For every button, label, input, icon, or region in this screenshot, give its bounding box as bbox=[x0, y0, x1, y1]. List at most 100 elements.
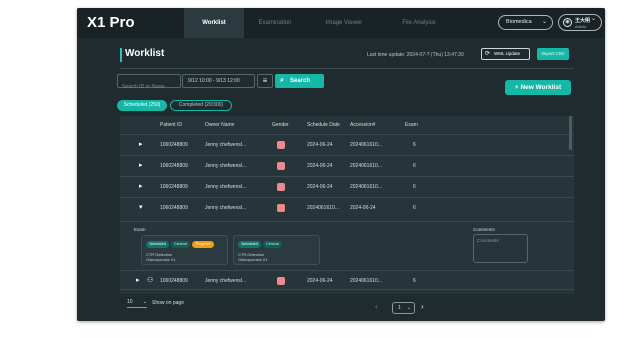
tab-file-analysis[interactable]: File Analysis bbox=[389, 8, 449, 38]
page-size-label: Show on page bbox=[152, 300, 184, 306]
status-badge: Scheduled bbox=[238, 241, 261, 248]
gender-badge bbox=[277, 162, 285, 170]
next-page-icon[interactable]: › bbox=[421, 303, 424, 311]
exam-card[interactable]: Scheduled Cervical CTR Detection Osteopo… bbox=[233, 235, 320, 265]
status-chip-scheduled[interactable]: Scheduled (250) bbox=[117, 100, 167, 111]
collapse-arrow-icon[interactable]: ▾ bbox=[139, 203, 143, 211]
tab-image-viewer[interactable]: Image Viewer bbox=[314, 8, 374, 38]
filter-icon: ≡ bbox=[262, 76, 268, 85]
exam-label: Exam bbox=[134, 227, 146, 232]
expand-arrow-icon[interactable]: ▸ bbox=[139, 182, 143, 190]
column-header-gender[interactable]: Gender bbox=[272, 122, 289, 128]
current-page-value: 1 bbox=[398, 305, 401, 311]
tab-worklist[interactable]: Worklist bbox=[184, 8, 244, 38]
exam-count-cell: 6 bbox=[413, 278, 416, 284]
filter-button[interactable]: ≡ bbox=[257, 74, 273, 88]
person-icon: ⚇ bbox=[147, 277, 154, 284]
exam-count-cell: 6 bbox=[413, 205, 416, 211]
schedule-date-cell: 2024-06-24 bbox=[307, 278, 333, 284]
comments-field[interactable] bbox=[473, 234, 528, 263]
schedule-date-cell: 2024-06-24 bbox=[307, 142, 333, 148]
search-icon: ⌕ bbox=[280, 77, 284, 84]
owner-name-cell: Jenny chefwensl... bbox=[205, 142, 247, 148]
wml-update-label: WML Update bbox=[494, 51, 521, 56]
scrollbar[interactable] bbox=[569, 116, 572, 150]
accession-cell: 2024061610... bbox=[350, 163, 382, 169]
owner-name-cell: Jenny chefwensl... bbox=[205, 278, 247, 284]
patient-id-cell: 1060248809 bbox=[160, 278, 188, 284]
pagination-divider bbox=[120, 289, 574, 290]
tab-examination[interactable]: Examination bbox=[245, 8, 305, 38]
app-logo: X1 Pro bbox=[87, 14, 135, 31]
column-header-owner-name[interactable]: Owner Name bbox=[205, 122, 234, 128]
expand-arrow-icon[interactable]: ▸ bbox=[139, 140, 143, 148]
date-range-field[interactable]: 9/12 10:00 - 9/13 12:00 bbox=[182, 74, 255, 88]
schedule-date-cell: 2024-06-24 bbox=[307, 184, 333, 190]
chevron-down-icon: ⌄ bbox=[590, 16, 596, 22]
accession-cell: 2024061610... bbox=[350, 278, 382, 284]
previous-page-icon[interactable]: ‹ bbox=[375, 303, 378, 311]
header-divider bbox=[120, 68, 574, 69]
status-chip-completed[interactable]: Completed (20/300) bbox=[170, 100, 232, 111]
gender-badge bbox=[277, 183, 285, 191]
organization-select[interactable]: Biomedica ⌄ bbox=[498, 15, 553, 30]
column-header-schedule-date[interactable]: Schedule Date bbox=[307, 122, 340, 128]
progress-badge: Progress bbox=[192, 241, 214, 248]
user-role: Admin bbox=[575, 24, 587, 29]
exam-count-cell: 6 bbox=[413, 142, 416, 148]
comments-label: Comments bbox=[473, 227, 495, 232]
exam-card[interactable]: Scheduled Cervical Progress CTR Detectio… bbox=[141, 235, 228, 265]
gender-badge bbox=[277, 204, 285, 212]
owner-name-cell: Jenny chefwensl... bbox=[205, 163, 247, 169]
exam-line: Osteoporosis X1 bbox=[146, 257, 176, 262]
page-select[interactable]: 1 ⌄ bbox=[392, 302, 415, 314]
user-menu[interactable]: ◉ 王大明 Admin ⌄ bbox=[558, 14, 602, 31]
exam-count-cell: 6 bbox=[413, 184, 416, 190]
body-part-badge: Cervical bbox=[171, 241, 190, 248]
schedule-date-cell: 2024061610... bbox=[307, 205, 339, 211]
refresh-icon: ⟳ bbox=[485, 51, 491, 57]
comments-input[interactable] bbox=[474, 235, 527, 262]
gender-badge bbox=[277, 141, 285, 149]
owner-name-cell: Jenny chefwensl... bbox=[205, 184, 247, 190]
column-header-exam[interactable]: Exam bbox=[405, 122, 418, 128]
owner-name-cell: Jenny chefwensl... bbox=[205, 205, 247, 211]
status-badge: Scheduled bbox=[146, 241, 169, 248]
search-input[interactable] bbox=[118, 81, 180, 93]
table-row[interactable]: ▸ 1060248809 Jenny chefwensl... 2024-06-… bbox=[120, 134, 574, 155]
user-circle-icon: ◉ bbox=[563, 18, 572, 27]
search-button[interactable]: ⌕ Search bbox=[275, 74, 324, 88]
new-worklist-button[interactable]: + New Worklist bbox=[505, 80, 571, 95]
page-title: Worklist bbox=[125, 48, 165, 59]
organization-value: Biomedica bbox=[506, 19, 532, 25]
expand-arrow-icon[interactable]: ▸ bbox=[136, 276, 140, 284]
table-row[interactable]: ▸ ⚇ 1060248809 Jenny chefwensl... 2024-0… bbox=[120, 270, 574, 291]
exam-line: Osteoporosis X1 bbox=[238, 257, 268, 262]
chevron-down-icon: ⌄ bbox=[541, 19, 547, 25]
chevron-down-icon: ⌄ bbox=[406, 305, 411, 311]
table-row-expanded[interactable]: ▾ 1060248809 Jenny chefwensl... 20240616… bbox=[120, 197, 574, 218]
patient-id-cell: 1060248809 bbox=[160, 184, 188, 190]
column-header-accession[interactable]: Accession# bbox=[350, 122, 376, 128]
table-row[interactable]: ▸ 1060248809 Jenny chefwensl... 2024-06-… bbox=[120, 176, 574, 197]
column-header-patient-id[interactable]: Patient ID bbox=[160, 122, 182, 128]
user-name: 王大明 bbox=[575, 18, 591, 24]
patient-id-cell: 1060248809 bbox=[160, 205, 188, 211]
patient-id-cell: 1060248809 bbox=[160, 163, 188, 169]
gender-badge bbox=[277, 277, 285, 285]
accession-cell: 2024-06-24 bbox=[350, 205, 376, 211]
import-csv-button[interactable]: Import CSV bbox=[537, 48, 569, 60]
exam-count-cell: 6 bbox=[413, 163, 416, 169]
page-size-select[interactable]: 10 ⌄ bbox=[127, 298, 147, 308]
body-part-badge: Cervical bbox=[263, 241, 282, 248]
last-update-text: Last time update: 2024-07-? (Thu) 13:47:… bbox=[367, 52, 464, 58]
search-button-label: Search bbox=[290, 78, 311, 84]
table-row[interactable]: ▸ 1060248809 Jenny chefwensl... 2024-06-… bbox=[120, 155, 574, 176]
expand-arrow-icon[interactable]: ▸ bbox=[139, 161, 143, 169]
accession-cell: 2024061610... bbox=[350, 184, 382, 190]
expanded-detail-panel: Exam Scheduled Cervical Progress CTR Det… bbox=[120, 221, 574, 269]
worklist-table: Patient ID Owner Name Gender Schedule Da… bbox=[120, 116, 574, 294]
wml-update-button[interactable]: ⟳ WML Update bbox=[481, 48, 530, 60]
schedule-date-cell: 2024-06-24 bbox=[307, 163, 333, 169]
search-field[interactable] bbox=[117, 74, 181, 93]
